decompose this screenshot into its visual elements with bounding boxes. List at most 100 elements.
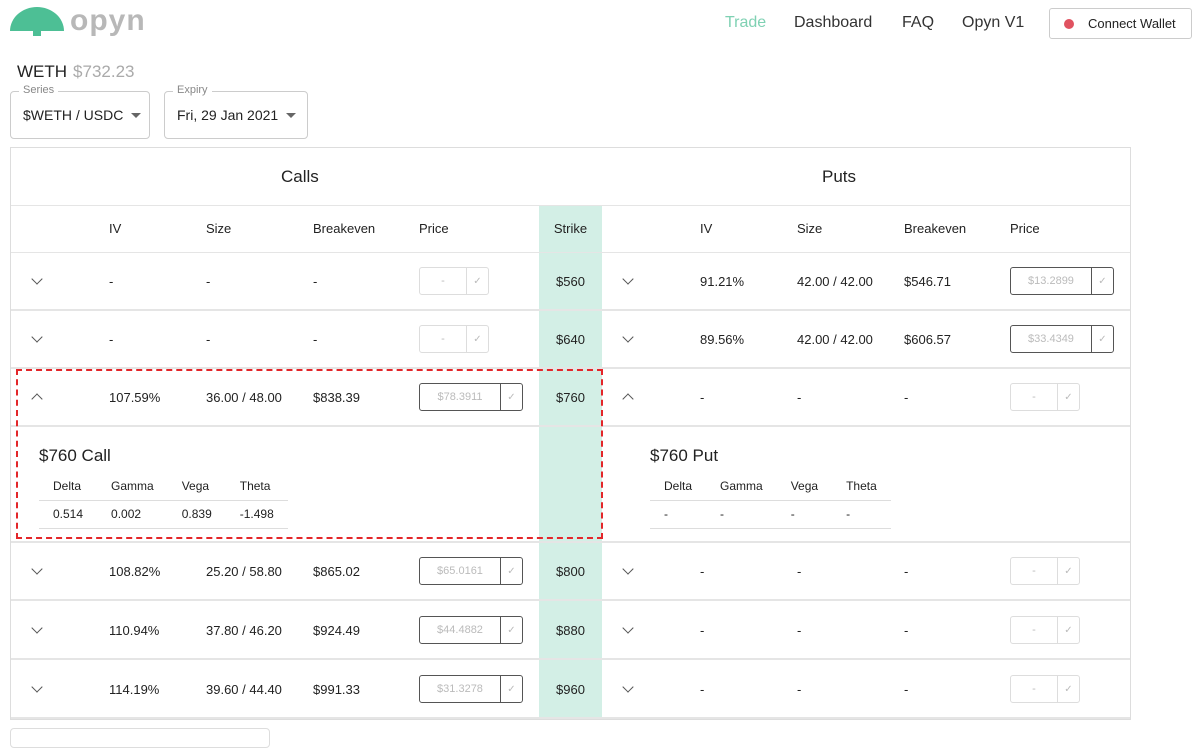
call-price-value: $44.4882 <box>437 624 483 636</box>
put-size: - <box>797 563 802 579</box>
series-label: Series <box>19 84 59 96</box>
option-row: - - - - ✓ $640 89.56% 42.00 / 42.00 $606.5… <box>11 311 1130 369</box>
check-icon[interactable]: ✓ <box>466 326 488 352</box>
call-price-input[interactable]: - ✓ <box>419 267 489 295</box>
put-size-header: Size <box>797 221 823 236</box>
strike-price: $640 <box>556 331 585 347</box>
put-expand-toggle[interactable] <box>622 661 634 717</box>
call-size: - <box>206 331 211 347</box>
put-price-value: - <box>1032 391 1036 403</box>
put-iv: - <box>700 622 705 638</box>
call-size: - <box>206 273 211 289</box>
call-iv: 114.19% <box>109 681 160 697</box>
call-iv: - <box>109 331 114 347</box>
strike-price: $960 <box>556 681 585 697</box>
put-expand-toggle[interactable] <box>622 543 634 599</box>
put-iv: 89.56% <box>700 331 745 347</box>
option-row: 110.94% 37.80 / 46.20 $924.49 $44.4882 ✓ $… <box>11 602 1130 660</box>
strike-price: $880 <box>556 622 585 638</box>
put-price-input[interactable]: - ✓ <box>1010 616 1080 644</box>
put-expand-toggle[interactable] <box>622 602 634 658</box>
column-header-row: IV Size Breakeven Price Strike IV Size B… <box>11 205 1130 253</box>
put-breakeven: - <box>904 389 909 405</box>
put-price-value: $33.4349 <box>1028 333 1074 345</box>
caret-down-icon <box>131 112 142 118</box>
put-breakeven: $546.71 <box>904 273 951 289</box>
check-icon[interactable]: ✓ <box>500 617 522 643</box>
call-breakeven: $865.02 <box>313 563 360 579</box>
nav-opyn-v1[interactable]: Opyn V1 <box>962 14 1024 32</box>
call-iv-header: IV <box>109 221 122 236</box>
check-icon[interactable]: ✓ <box>1091 268 1113 294</box>
check-icon[interactable]: ✓ <box>466 268 488 294</box>
call-size-header: Size <box>206 221 232 236</box>
call-price-input[interactable]: $65.0161 ✓ <box>419 557 523 585</box>
put-size: - <box>797 622 802 638</box>
put-price-value: $13.2899 <box>1028 275 1074 287</box>
call-expand-toggle[interactable] <box>31 602 43 658</box>
call-price-input[interactable]: $31.3278 ✓ <box>419 675 523 703</box>
call-price-input[interactable]: - ✓ <box>419 325 489 353</box>
greek-header: Vega <box>776 472 833 501</box>
put-price-value: - <box>1032 565 1036 577</box>
call-price-input[interactable]: $44.4882 ✓ <box>419 616 523 644</box>
logo-text: opyn <box>70 4 146 37</box>
check-icon[interactable]: ✓ <box>500 676 522 702</box>
put-breakeven: - <box>904 681 909 697</box>
series-select[interactable]: Series $WETH / USDC <box>10 84 150 139</box>
check-icon[interactable]: ✓ <box>1091 326 1113 352</box>
check-icon[interactable]: ✓ <box>1057 384 1079 410</box>
call-breakeven-header: Breakeven <box>313 221 376 236</box>
put-expand-toggle[interactable] <box>622 311 634 367</box>
put-price-input[interactable]: $13.2899 ✓ <box>1010 267 1114 295</box>
call-iv: 110.94% <box>109 622 160 638</box>
put-price-input[interactable]: - ✓ <box>1010 557 1080 585</box>
chevron-down-icon <box>31 331 43 343</box>
check-icon[interactable]: ✓ <box>1057 617 1079 643</box>
put-size: - <box>797 681 802 697</box>
put-price-input[interactable]: - ✓ <box>1010 383 1080 411</box>
call-expand-toggle[interactable] <box>31 253 43 309</box>
greek-header: Delta <box>650 472 707 501</box>
check-icon[interactable]: ✓ <box>1057 676 1079 702</box>
put-expand-toggle[interactable] <box>622 369 634 425</box>
chevron-down-icon <box>622 563 634 575</box>
chevron-down-icon <box>31 563 43 575</box>
nav-trade[interactable]: Trade <box>725 14 766 32</box>
put-price-value: - <box>1032 624 1036 636</box>
check-icon[interactable]: ✓ <box>1057 558 1079 584</box>
expiry-value: Fri, 29 Jan 2021 <box>177 107 279 123</box>
put-price-input[interactable]: $33.4349 ✓ <box>1010 325 1114 353</box>
call-expand-toggle[interactable] <box>31 311 43 367</box>
connect-wallet-label: Connect Wallet <box>1088 16 1176 31</box>
greek-header: Theta <box>832 472 891 501</box>
put-price-input[interactable]: - ✓ <box>1010 675 1080 703</box>
greek-header: Gamma <box>706 472 777 501</box>
nav-dashboard[interactable]: Dashboard <box>794 14 872 32</box>
expiry-select[interactable]: Expiry Fri, 29 Jan 2021 <box>164 84 308 139</box>
put-breakeven-header: Breakeven <box>904 221 967 236</box>
nav-faq[interactable]: FAQ <box>902 14 934 32</box>
asset-name: WETH <box>17 62 68 81</box>
chevron-down-icon <box>31 681 43 693</box>
chevron-down-icon <box>31 273 43 285</box>
strike-header: Strike <box>553 221 588 236</box>
asset-price: $732.23 <box>73 62 135 81</box>
call-expand-toggle[interactable] <box>31 543 43 599</box>
check-icon[interactable]: ✓ <box>500 558 522 584</box>
call-expand-toggle[interactable] <box>31 661 43 717</box>
call-iv: 108.82% <box>109 563 161 579</box>
put-expand-toggle[interactable] <box>622 253 634 309</box>
status-dot-icon <box>1064 18 1074 29</box>
call-iv: - <box>109 273 114 289</box>
put-breakeven: - <box>904 622 909 638</box>
put-price-value: - <box>1032 683 1036 695</box>
option-row: 108.82% 25.20 / 58.80 $865.02 $65.0161 ✓ $… <box>11 543 1130 601</box>
connect-wallet-button[interactable]: Connect Wallet <box>1049 8 1192 39</box>
strike-price: $800 <box>556 563 585 579</box>
opyn-logo[interactable]: opyn <box>8 4 146 38</box>
put-greeks-title: $760 Put <box>650 446 719 465</box>
puts-title: Puts <box>822 166 857 186</box>
caret-down-icon <box>286 112 297 118</box>
logo-icon <box>10 7 64 36</box>
